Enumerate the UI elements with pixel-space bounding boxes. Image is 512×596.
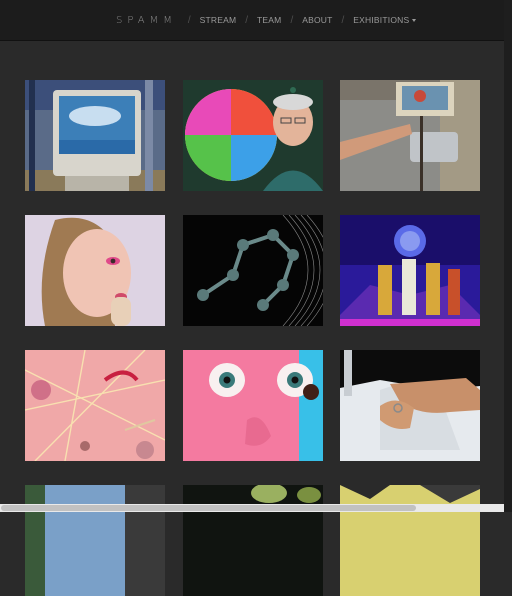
nav-link-exhibitions[interactable]: EXHIBITIONS [353, 15, 417, 25]
horizontal-scrollbar[interactable] [0, 504, 504, 512]
video-thumbnail [340, 215, 480, 326]
video-tile-2[interactable] [183, 80, 323, 191]
video-tile-4[interactable] [25, 215, 165, 326]
nav-menu: SPAMM / STREAM / TEAM / ABOUT / EXHIBITI… [116, 0, 417, 40]
caret-down-icon [412, 19, 417, 23]
scrollbar-thumb[interactable] [1, 505, 416, 511]
video-thumbnail [340, 350, 480, 461]
video-thumbnail [183, 215, 323, 326]
video-tile-9[interactable] [340, 350, 480, 461]
nav-link-stream[interactable]: STREAM [200, 15, 237, 25]
window-edge [504, 0, 512, 512]
video-thumbnail [25, 80, 165, 191]
nav-separator: / [341, 14, 345, 26]
video-tile-5[interactable] [183, 215, 323, 326]
nav-separator: / [187, 14, 191, 26]
video-thumbnail [25, 350, 165, 461]
brand-logo[interactable]: SPAMM [116, 15, 177, 26]
nav-link-exhibitions-label: EXHIBITIONS [353, 15, 410, 25]
nav-link-team[interactable]: TEAM [257, 15, 281, 25]
video-tile-8[interactable] [183, 350, 323, 461]
video-tile-6[interactable] [340, 215, 480, 326]
video-tile-10[interactable] [25, 485, 165, 596]
video-thumbnail [183, 80, 323, 191]
video-tile-7[interactable] [25, 350, 165, 461]
nav-separator: / [290, 14, 294, 26]
video-tile-12[interactable] [340, 485, 480, 596]
video-thumbnail [183, 350, 323, 461]
nav-separator: / [245, 14, 249, 26]
video-thumbnail [183, 485, 323, 596]
nav-link-about[interactable]: ABOUT [302, 15, 332, 25]
top-navbar: SPAMM / STREAM / TEAM / ABOUT / EXHIBITI… [0, 0, 504, 41]
video-tile-11[interactable] [183, 485, 323, 596]
video-thumbnail [340, 80, 480, 191]
video-thumbnail [25, 485, 165, 596]
video-tile-3[interactable] [340, 80, 480, 191]
video-thumbnail [340, 485, 480, 596]
video-thumbnail [25, 215, 165, 326]
video-tile-1[interactable] [25, 80, 165, 191]
